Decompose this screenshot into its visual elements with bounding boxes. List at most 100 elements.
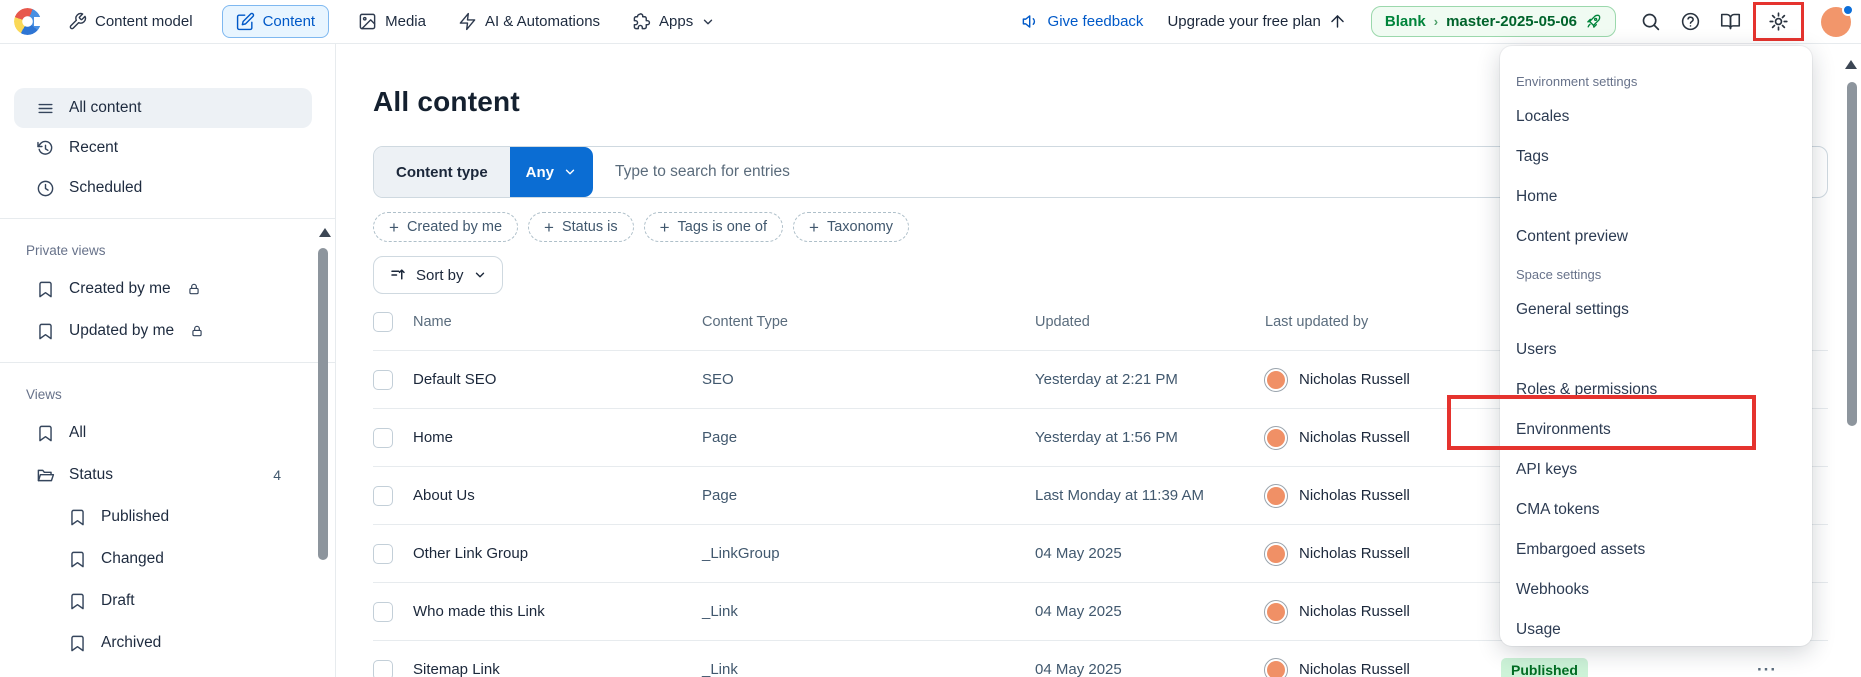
entry-updated: 04 May 2025	[1035, 545, 1265, 562]
sidebar-item-label: Changed	[101, 550, 164, 568]
filter-pill-label: Tags is one of	[678, 219, 767, 235]
bookmark-icon	[36, 424, 55, 443]
select-all-checkbox[interactable]	[373, 312, 393, 332]
chevron-down-icon	[701, 15, 715, 29]
sidebar-item-changed[interactable]: Changed	[0, 538, 335, 580]
entry-content-type: SEO	[702, 371, 1035, 388]
tab-content-model[interactable]: Content model	[65, 5, 196, 38]
lock-icon	[187, 282, 201, 296]
tab-media[interactable]: Media	[355, 5, 429, 38]
help-button[interactable]	[1680, 11, 1701, 32]
tab-ai-automations-label: AI & Automations	[485, 13, 600, 30]
settings-button[interactable]	[1753, 2, 1804, 41]
tab-apps[interactable]: Apps	[629, 5, 718, 38]
sidebar-scroll-up-arrow[interactable]	[319, 228, 331, 237]
sidebar-item-updated-by-me[interactable]: Updated by me	[0, 310, 335, 352]
menu-item-embargoed-assets[interactable]: Embargoed assets	[1500, 530, 1812, 570]
more-actions-button[interactable]: ···	[1757, 660, 1777, 677]
environment-badge[interactable]: Blank › master-2025-05-06	[1371, 6, 1616, 37]
rocket-icon	[1585, 13, 1602, 30]
entry-content-type: Page	[702, 429, 1035, 446]
search-button[interactable]	[1640, 11, 1661, 32]
user-name: Nicholas Russell	[1299, 429, 1410, 446]
row-checkbox[interactable]	[373, 428, 393, 448]
menu-item-environments[interactable]: Environments	[1500, 410, 1812, 450]
give-feedback-button[interactable]: Give feedback	[1021, 12, 1144, 31]
sidebar-item-status[interactable]: Status4	[0, 454, 335, 496]
sidebar-item-archived[interactable]: Archived	[0, 622, 335, 664]
menu-item-general-settings[interactable]: General settings	[1500, 290, 1812, 330]
menu-item-roles-permissions[interactable]: Roles & permissions	[1500, 370, 1812, 410]
nav-icon-buttons	[1640, 11, 1797, 32]
sidebar-item-created-by-me[interactable]: Created by me	[0, 268, 335, 310]
plus-icon: +	[389, 219, 399, 236]
row-checkbox[interactable]	[373, 370, 393, 390]
user-avatar[interactable]	[1821, 7, 1851, 37]
tab-ai-automations[interactable]: AI & Automations	[455, 5, 603, 38]
entry-updated: Yesterday at 1:56 PM	[1035, 429, 1265, 446]
sidebar-item-scheduled[interactable]: Scheduled	[0, 168, 335, 208]
menu-item-content-preview[interactable]: Content preview	[1500, 217, 1812, 257]
bookmark-icon	[36, 280, 55, 299]
row-checkbox[interactable]	[373, 602, 393, 622]
user-name: Nicholas Russell	[1299, 487, 1410, 504]
sidebar-item-published[interactable]: Published	[0, 496, 335, 538]
menu-section-header: Space settings	[1500, 257, 1812, 290]
filter-pill-taxonomy[interactable]: +Taxonomy	[793, 212, 909, 242]
menu-item-home[interactable]: Home	[1500, 177, 1812, 217]
page-scrollbar[interactable]	[1847, 82, 1857, 426]
pen-square-icon	[236, 12, 255, 31]
filter-pill-tags-is-one-of[interactable]: + Tags is one of	[644, 212, 783, 242]
entry-name: Home	[413, 429, 702, 446]
notification-dot	[1842, 4, 1854, 16]
user-name: Nicholas Russell	[1299, 545, 1410, 562]
list-icon	[36, 99, 55, 118]
docs-button[interactable]	[1720, 11, 1741, 32]
main-nav-tabs: Content model Content Media AI & Automation…	[65, 5, 718, 38]
bookmark-icon	[68, 550, 87, 569]
menu-item-webhooks[interactable]: Webhooks	[1500, 570, 1812, 610]
give-feedback-label: Give feedback	[1048, 13, 1144, 30]
space-name: Blank	[1385, 13, 1426, 30]
upgrade-plan-button[interactable]: Upgrade your free plan	[1167, 12, 1346, 31]
row-checkbox[interactable]	[373, 486, 393, 506]
menu-item-usage[interactable]: Usage	[1500, 610, 1812, 650]
sidebar-item-label: Updated by me	[69, 322, 174, 340]
content-type-filter-value[interactable]: Any	[510, 147, 593, 197]
column-header-content-type: Content Type	[702, 314, 1035, 330]
entry-name: Other Link Group	[413, 545, 702, 562]
plus-icon: +	[660, 219, 670, 236]
status-badge: Published	[1501, 658, 1588, 677]
menu-item-users[interactable]: Users	[1500, 330, 1812, 370]
content-type-selected: Any	[526, 164, 554, 181]
user-avatar	[1265, 427, 1287, 449]
sidebar-item-draft[interactable]: Draft	[0, 580, 335, 622]
menu-item-cma-tokens[interactable]: CMA tokens	[1500, 490, 1812, 530]
row-checkbox[interactable]	[373, 660, 393, 677]
user-name: Nicholas Russell	[1299, 603, 1410, 620]
filter-pill-status-is[interactable]: +Status is	[528, 212, 634, 242]
page-scroll-up-arrow[interactable]	[1845, 60, 1857, 69]
filter-pill-created-by-me[interactable]: +Created by me	[373, 212, 518, 242]
sort-by-button[interactable]: Sort by	[373, 256, 503, 294]
contentful-logo[interactable]	[14, 8, 41, 35]
menu-item-api-keys[interactable]: API keys	[1500, 450, 1812, 490]
sidebar-item-all[interactable]: All	[0, 412, 335, 454]
entry-content-type: _LinkGroup	[702, 545, 1035, 562]
sidebar-item-label: Recent	[69, 139, 118, 157]
menu-item-locales[interactable]: Locales	[1500, 97, 1812, 137]
row-checkbox[interactable]	[373, 544, 393, 564]
entry-name: Default SEO	[413, 371, 702, 388]
sidebar-divider	[0, 362, 335, 363]
sidebar-item-all-content[interactable]: All content	[14, 88, 312, 128]
sidebar-item-recent[interactable]: Recent	[0, 128, 335, 168]
sidebar-item-label: Archived	[101, 634, 161, 652]
sidebar-item-label: Draft	[101, 592, 135, 610]
tab-content[interactable]: Content	[222, 5, 330, 38]
menu-item-tags[interactable]: Tags	[1500, 137, 1812, 177]
user-avatar	[1265, 369, 1287, 391]
sidebar-scrollbar[interactable]	[318, 248, 328, 560]
entry-updated: 04 May 2025	[1035, 661, 1265, 677]
sidebar-section-label: Private views	[0, 229, 335, 268]
book-icon	[1720, 11, 1741, 32]
